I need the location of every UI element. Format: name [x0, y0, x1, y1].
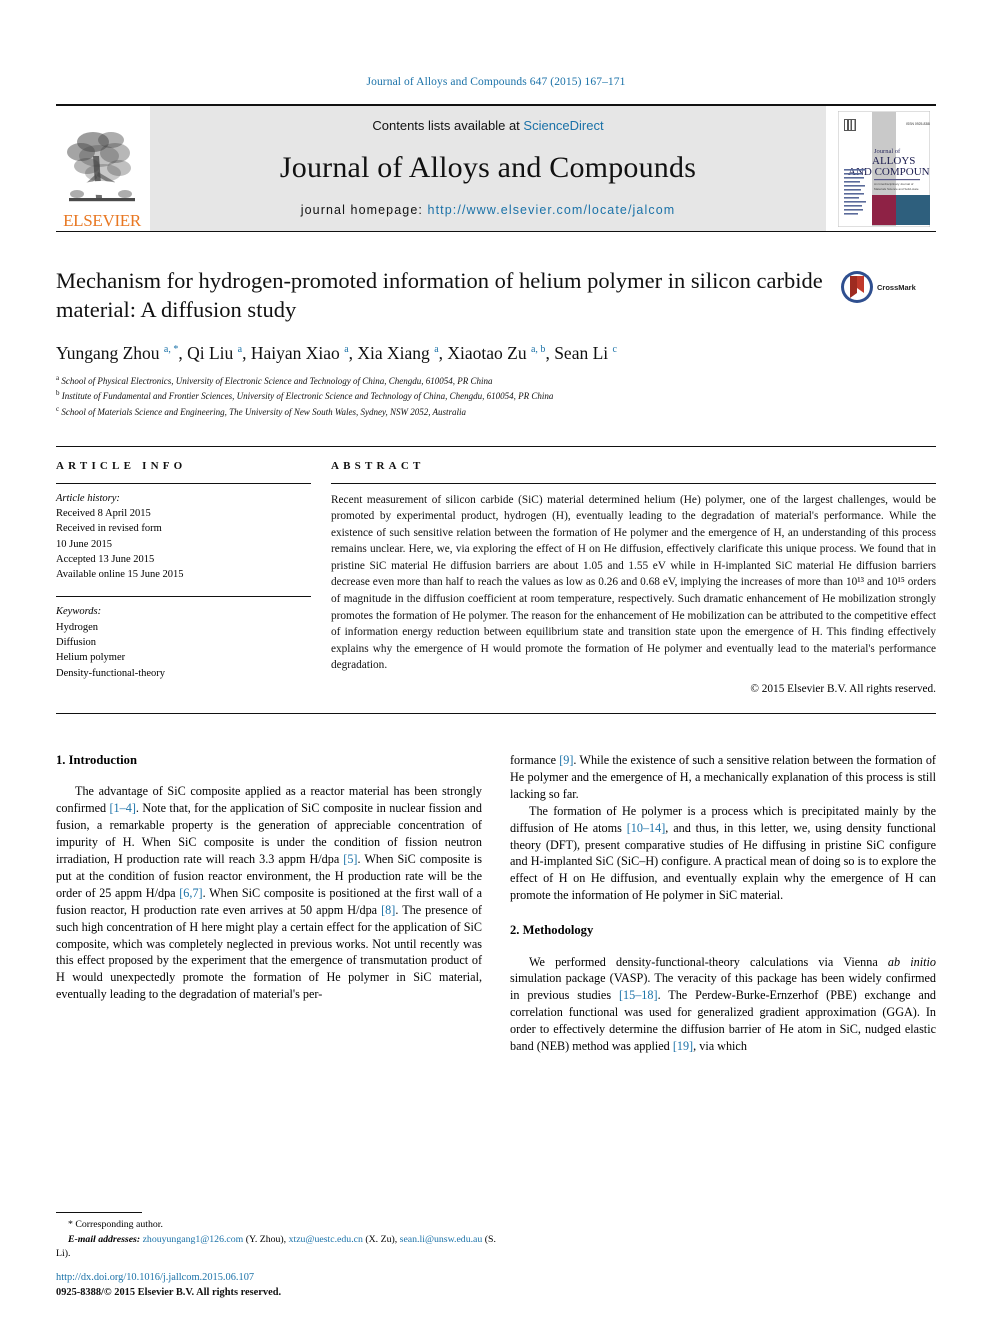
article-info-body: Article history: Received 8 April 2015 R…: [56, 484, 311, 682]
sciencedirect-link[interactable]: ScienceDirect: [523, 118, 603, 133]
journal-cover-image: ISSN 0925-8388 Journal of ALLOYS AND COM…: [838, 110, 930, 227]
article-info-heading: ARTICLE INFO: [56, 459, 187, 472]
footnote-rule: [56, 1212, 142, 1214]
history-item: Available online 15 June 2015: [56, 569, 184, 581]
journal-homepage-line: journal homepage: http://www.elsevier.co…: [301, 203, 676, 217]
keywords-block: Keywords: Hydrogen Diffusion Helium poly…: [56, 604, 311, 681]
history-item: 10 June 2015: [56, 538, 112, 550]
author-list: Yungang Zhou a, *, Qi Liu a, Haiyan Xiao…: [56, 342, 617, 363]
affiliation-c: c School of Materials Science and Engine…: [56, 404, 936, 420]
affiliation-text-a: School of Physical Electronics, Universi…: [61, 375, 493, 386]
contents-available-line: Contents lists available at ScienceDirec…: [372, 118, 603, 133]
doi-block: http://dx.doi.org/10.1016/j.jallcom.2015…: [56, 1270, 281, 1301]
section-heading-introduction: 1. Introduction: [56, 753, 137, 768]
keyword-item: Hydrogen: [56, 621, 98, 633]
elsevier-tree-icon: [67, 132, 135, 202]
svg-text:An Interdisciplinary Journal o: An Interdisciplinary Journal of: [874, 182, 914, 186]
body-column-left: 1. Introduction The advantage of SiC com…: [56, 752, 482, 1055]
email-label: E-mail addresses:: [68, 1233, 141, 1245]
journal-masthead: ELSEVIER Contents lists available at Sci…: [56, 104, 936, 232]
article-info-column: ARTICLE INFO Article history: Received 8…: [56, 460, 311, 696]
running-head: Journal of Alloys and Compounds 647 (201…: [366, 76, 626, 88]
svg-text:Materials Science and Solid-st: Materials Science and Solid-state: [874, 187, 919, 191]
homepage-link[interactable]: http://www.elsevier.com/locate/jalcom: [428, 203, 676, 217]
history-item: Received in revised form: [56, 523, 162, 535]
title-block: Mechanism for hydrogen-promoted informat…: [56, 266, 936, 325]
crossmark-badge[interactable]: CrossMark: [840, 270, 936, 304]
crossmark-icon: [841, 271, 873, 303]
abstract-copyright: © 2015 Elsevier B.V. All rights reserved…: [750, 683, 936, 696]
affiliation-marker-a: a: [56, 373, 60, 382]
introduction-paragraph-2: The formation of He polymer is a process…: [510, 803, 936, 903]
journal-cover-thumbnail: ISSN 0925-8388 Journal of ALLOYS AND COM…: [832, 106, 936, 231]
affiliation-b: b Institute of Fundamental and Frontier …: [56, 388, 936, 404]
email-link-2[interactable]: xtzu@uestc.edu.cn: [289, 1234, 363, 1245]
affiliation-a: a School of Physical Electronics, Univer…: [56, 373, 936, 389]
page-title: Mechanism for hydrogen-promoted informat…: [56, 268, 823, 323]
keyword-item: Density-functional-theory: [56, 667, 166, 679]
email-link-3[interactable]: sean.li@unsw.edu.au: [400, 1234, 483, 1245]
footnote-block: * Corresponding author. E-mail addresses…: [56, 1212, 496, 1261]
elsevier-wordmark: ELSEVIER: [63, 211, 141, 230]
methodology-paragraph-1: We performed density-functional-theory c…: [510, 954, 937, 1053]
affiliation-marker-c: c: [56, 404, 60, 413]
article-history-block: Article history: Received 8 April 2015 R…: [56, 491, 311, 583]
doi-link[interactable]: http://dx.doi.org/10.1016/j.jallcom.2015…: [56, 1270, 281, 1286]
issn-copyright-line: 0925-8388/© 2015 Elsevier B.V. All right…: [56, 1287, 282, 1299]
corresponding-author-note: * Corresponding author.: [68, 1219, 163, 1231]
info-abstract-panel: ARTICLE INFO Article history: Received 8…: [56, 445, 936, 696]
email-owner-2: (X. Zu): [365, 1233, 395, 1245]
introduction-paragraph-1-continued: formance [9]. While the existence of suc…: [510, 753, 936, 801]
abstract-text: Recent measurement of silicon carbide (S…: [331, 493, 936, 672]
panel-bottom-divider: [56, 713, 936, 715]
keyword-item: Diffusion: [56, 637, 97, 649]
introduction-paragraph-1: The advantage of SiC composite applied a…: [56, 784, 482, 1002]
elsevier-logo: ELSEVIER: [56, 106, 148, 231]
email-owner-1: (Y. Zhou): [245, 1233, 284, 1245]
email-addresses-note: E-mail addresses: zhouyungang1@126.com (…: [56, 1233, 496, 1259]
history-item: Accepted 13 June 2015: [56, 553, 155, 565]
svg-text:AND COMPOUNDS: AND COMPOUNDS: [848, 166, 930, 178]
body-columns: 1. Introduction The advantage of SiC com…: [56, 752, 936, 1055]
contents-prefix: Contents lists available at: [372, 118, 524, 133]
abstract-column: ABSTRACT Recent measurement of silicon c…: [331, 459, 936, 696]
affiliation-text-c: School of Materials Science and Engineer…: [61, 406, 467, 417]
journal-title: Journal of Alloys and Compounds: [279, 151, 697, 184]
svg-text:Journal of: Journal of: [874, 148, 901, 155]
masthead-center: Contents lists available at ScienceDirec…: [150, 106, 826, 231]
affiliation-text-b: Institute of Fundamental and Frontier Sc…: [61, 391, 554, 402]
section-heading-methodology: 2. Methodology: [510, 923, 594, 938]
history-item: Received 8 April 2015: [56, 507, 151, 519]
body-column-right: formance [9]. While the existence of suc…: [510, 752, 936, 1055]
email-link-1[interactable]: zhouyungang1@126.com: [143, 1234, 244, 1245]
affiliation-marker-b: b: [56, 389, 60, 398]
homepage-prefix: journal homepage:: [300, 203, 428, 217]
abstract-heading: ABSTRACT: [331, 459, 425, 472]
crossmark-label: CrossMark: [877, 282, 916, 292]
affiliation-list: a School of Physical Electronics, Univer…: [56, 373, 936, 420]
keyword-item: Helium polymer: [56, 652, 126, 664]
keywords-label: Keywords:: [56, 606, 102, 618]
article-history-label: Article history:: [56, 492, 120, 504]
svg-text:ISSN 0925-8388: ISSN 0925-8388: [906, 122, 930, 126]
article-page: Journal of Alloys and Compounds 647 (201…: [0, 0, 992, 1323]
keywords-divider: [56, 596, 311, 598]
